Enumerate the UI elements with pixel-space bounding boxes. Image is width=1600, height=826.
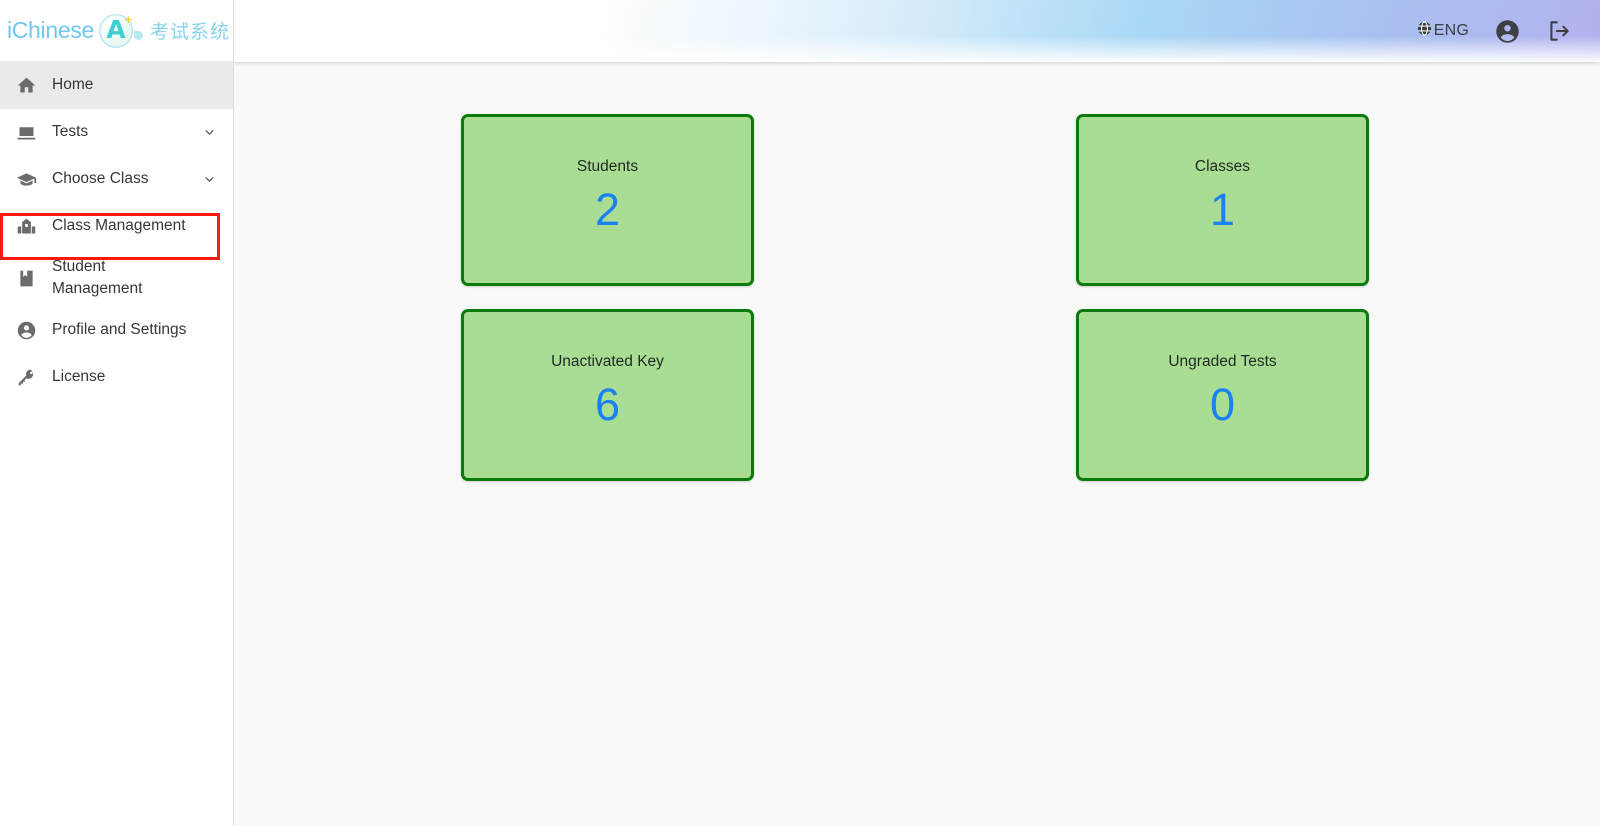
stat-card-title: Students xyxy=(576,158,639,175)
chevron-down-icon[interactable] xyxy=(199,173,219,186)
sidebar-item-label: Student Management xyxy=(52,258,143,298)
sidebar-item-label: Class Management xyxy=(52,217,186,235)
building-icon xyxy=(0,216,52,237)
sidebar-item-label: Profile and Settings xyxy=(52,321,187,339)
language-switcher-button[interactable]: ENG xyxy=(1416,20,1469,42)
key-icon xyxy=(0,367,52,388)
sidebar-item-class-management[interactable]: Class Management xyxy=(0,203,233,250)
top-header-bar: ENG xyxy=(234,0,1600,62)
brand-logo-inner: iChinese A + 考试系统 xyxy=(6,11,231,48)
account-circle-icon xyxy=(0,320,52,341)
stat-card-ungraded-tests[interactable]: Ungraded Tests 0 xyxy=(1076,309,1369,481)
logout-icon[interactable] xyxy=(1546,18,1572,44)
header-actions: ENG xyxy=(1416,18,1572,45)
brand-badge-letter: A xyxy=(106,15,126,44)
brand-wordmark: iChinese xyxy=(6,17,95,43)
dashboard-content: Students 2 Classes 1 Unactivated Key 6 U… xyxy=(234,62,1600,826)
stat-card-value: 2 xyxy=(594,183,621,235)
sidebar-item-student-management[interactable]: Student Management xyxy=(0,250,233,307)
brand-badge-plus: + xyxy=(124,11,133,27)
sidebar-item-license[interactable]: License xyxy=(0,354,233,401)
language-label: ENG xyxy=(1433,22,1469,39)
globe-icon xyxy=(1416,20,1433,42)
sidebar-item-label: License xyxy=(52,368,106,386)
stat-card-title: Ungraded Tests xyxy=(1168,353,1277,370)
brand-logo[interactable]: iChinese A + 考试系统 xyxy=(0,0,233,62)
stat-card-value: 0 xyxy=(1209,378,1236,430)
chevron-down-icon[interactable] xyxy=(199,126,219,139)
stat-card-title: Classes xyxy=(1194,158,1251,175)
book-bookmark-icon xyxy=(0,268,52,289)
sidebar: iChinese A + 考试系统 Home Tests Choose Clas… xyxy=(0,0,234,826)
home-icon xyxy=(0,75,52,96)
sidebar-item-tests[interactable]: Tests xyxy=(0,109,233,156)
sidebar-item-home[interactable]: Home xyxy=(0,62,233,109)
stat-card-title: Unactivated Key xyxy=(551,353,664,370)
sidebar-nav: Home Tests Choose Class Class Management… xyxy=(0,62,233,826)
stat-card-classes[interactable]: Classes 1 xyxy=(1076,114,1369,286)
graduation-cap-icon xyxy=(0,169,52,190)
sidebar-item-label: Home xyxy=(52,76,94,94)
sidebar-item-label: Choose Class xyxy=(52,170,149,188)
sidebar-item-label: Tests xyxy=(52,123,89,141)
a-plus-badge-icon: A + xyxy=(99,11,134,48)
stat-card-students[interactable]: Students 2 xyxy=(461,114,754,286)
brand-chinese-text: 考试系统 xyxy=(150,21,231,43)
app-root: iChinese A + 考试系统 Home Tests Choose Clas… xyxy=(0,0,1600,826)
account-circle-icon[interactable] xyxy=(1494,18,1521,45)
sidebar-item-choose-class[interactable]: Choose Class xyxy=(0,156,233,203)
stat-cards-grid: Students 2 Classes 1 Unactivated Key 6 U… xyxy=(234,114,1598,481)
brand-swoosh-icon xyxy=(134,30,144,40)
stat-card-value: 6 xyxy=(594,378,621,430)
stat-card-value: 1 xyxy=(1209,183,1236,235)
sidebar-item-profile-and-settings[interactable]: Profile and Settings xyxy=(0,307,233,354)
laptop-icon xyxy=(0,122,52,143)
main-area: ENG Students 2 Classes 1 Unactivated Key… xyxy=(234,0,1600,826)
stat-card-unactivated-key[interactable]: Unactivated Key 6 xyxy=(461,309,754,481)
stat-cards-wrapper: Students 2 Classes 1 Unactivated Key 6 U… xyxy=(234,62,1600,481)
